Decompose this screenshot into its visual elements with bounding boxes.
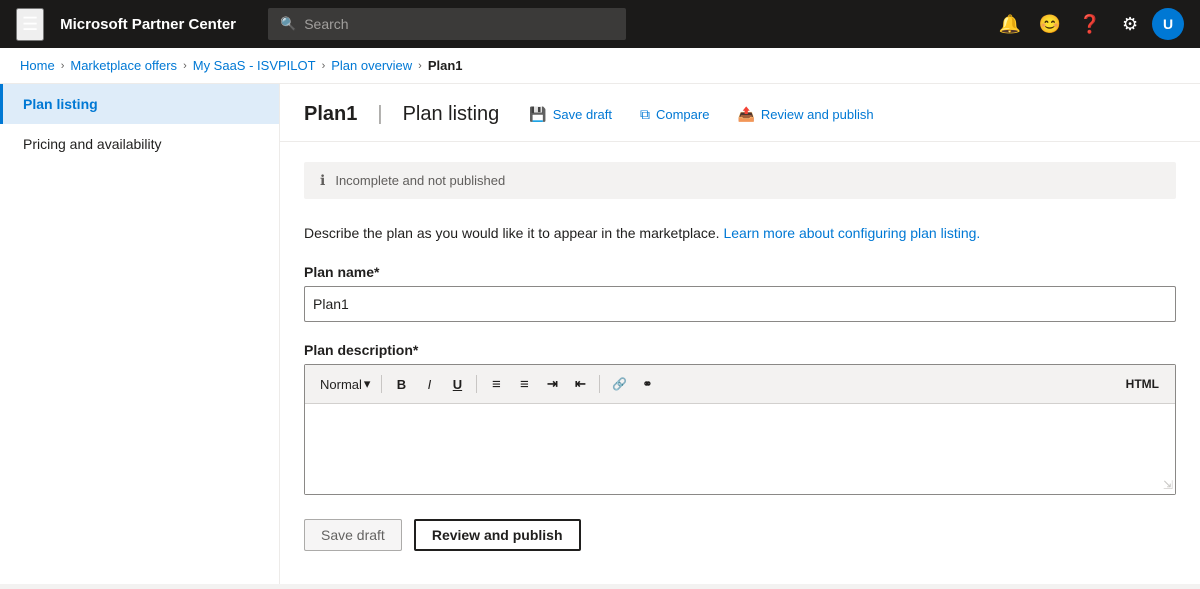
page-subtitle: Plan listing [403, 103, 500, 126]
description-paragraph: Describe the plan as you would like it t… [304, 223, 1176, 244]
sidebar-item-plan-listing[interactable]: Plan listing [0, 84, 279, 124]
publish-icon: 📤 [737, 106, 754, 123]
sidebar: Plan listing Pricing and availability [0, 84, 280, 584]
rte-format-select[interactable]: Normal ▾ [315, 373, 375, 395]
plan-description-group: Plan description* Normal ▾ B I U ≡ ≡ [304, 342, 1176, 495]
rich-text-editor: Normal ▾ B I U ≡ ≡ ⇥ ⇤ 🔗 [304, 364, 1176, 495]
page-header: Plan1 | Plan listing 💾 Save draft ⧉ Comp… [280, 84, 1200, 142]
main-content: Plan1 | Plan listing 💾 Save draft ⧉ Comp… [280, 84, 1200, 584]
rte-bold-button[interactable]: B [388, 371, 414, 397]
breadcrumb-sep-2: › [183, 60, 187, 72]
review-publish-header-button[interactable]: 📤 Review and publish [731, 102, 879, 127]
settings-icon[interactable]: ⚙ [1112, 6, 1148, 42]
rte-html-button[interactable]: HTML [1120, 375, 1165, 393]
plan-name-input[interactable] [304, 286, 1176, 322]
rte-toolbar: Normal ▾ B I U ≡ ≡ ⇥ ⇤ 🔗 [305, 365, 1175, 404]
hamburger-icon[interactable]: ☰ [16, 8, 44, 41]
rte-sep-2 [476, 375, 477, 393]
avatar[interactable]: U [1152, 8, 1184, 40]
breadcrumb-home[interactable]: Home [20, 58, 55, 73]
rte-body[interactable]: ⇲ [305, 404, 1175, 494]
learn-more-link[interactable]: Learn more about configuring plan listin… [723, 225, 980, 241]
save-draft-button[interactable]: Save draft [304, 519, 402, 551]
compare-icon: ⧉ [640, 106, 650, 123]
rte-outdent-button[interactable]: ⇤ [567, 371, 593, 397]
search-input[interactable] [304, 16, 614, 32]
plan-description-label: Plan description* [304, 342, 1176, 358]
app-title: Microsoft Partner Center [60, 16, 236, 33]
header-actions: 💾 Save draft ⧉ Compare 📤 Review and publ… [523, 102, 879, 127]
rte-indent-button[interactable]: ⇥ [539, 371, 565, 397]
info-text: Incomplete and not published [335, 173, 505, 188]
help-icon[interactable]: ❓ [1072, 6, 1108, 42]
search-bar[interactable]: 🔍 [268, 8, 626, 40]
bottom-actions: Save draft Review and publish [304, 519, 1176, 571]
rte-link-button[interactable]: 🔗 [606, 371, 632, 397]
save-draft-icon: 💾 [529, 106, 546, 123]
rte-sep-1 [381, 375, 382, 393]
breadcrumb-sep-1: › [61, 60, 65, 72]
rte-resize-handle[interactable]: ⇲ [1163, 478, 1173, 492]
rte-unordered-list-button[interactable]: ≡ [511, 371, 537, 397]
breadcrumb: Home › Marketplace offers › My SaaS - IS… [0, 48, 1200, 84]
rte-italic-button[interactable]: I [416, 371, 442, 397]
breadcrumb-saas[interactable]: My SaaS - ISVPILOT [193, 58, 316, 73]
info-banner: ℹ Incomplete and not published [304, 162, 1176, 199]
breadcrumb-current: Plan1 [428, 58, 463, 73]
rte-ordered-list-button[interactable]: ≡ [483, 371, 509, 397]
breadcrumb-plan-overview[interactable]: Plan overview [331, 58, 412, 73]
plan-name-label: Plan name* [304, 264, 1176, 280]
rte-underline-button[interactable]: U [444, 371, 470, 397]
feedback-icon[interactable]: 😊 [1032, 6, 1068, 42]
info-icon: ℹ [320, 172, 325, 189]
notification-icon[interactable]: 🔔 [992, 6, 1028, 42]
title-separator: | [377, 103, 382, 126]
save-draft-header-button[interactable]: 💾 Save draft [523, 102, 618, 127]
compare-button[interactable]: ⧉ Compare [634, 102, 715, 127]
plan-name-group: Plan name* [304, 264, 1176, 322]
search-icon: 🔍 [280, 16, 296, 32]
breadcrumb-marketplace-offers[interactable]: Marketplace offers [70, 58, 177, 73]
review-publish-button[interactable]: Review and publish [414, 519, 581, 551]
breadcrumb-sep-4: › [418, 60, 422, 72]
content-area: ℹ Incomplete and not published Describe … [280, 142, 1200, 584]
breadcrumb-sep-3: › [322, 60, 326, 72]
rte-sep-3 [599, 375, 600, 393]
rte-unlink-button[interactable]: ⚭ [634, 371, 660, 397]
page-title: Plan1 [304, 103, 357, 126]
sidebar-item-pricing[interactable]: Pricing and availability [0, 124, 279, 164]
